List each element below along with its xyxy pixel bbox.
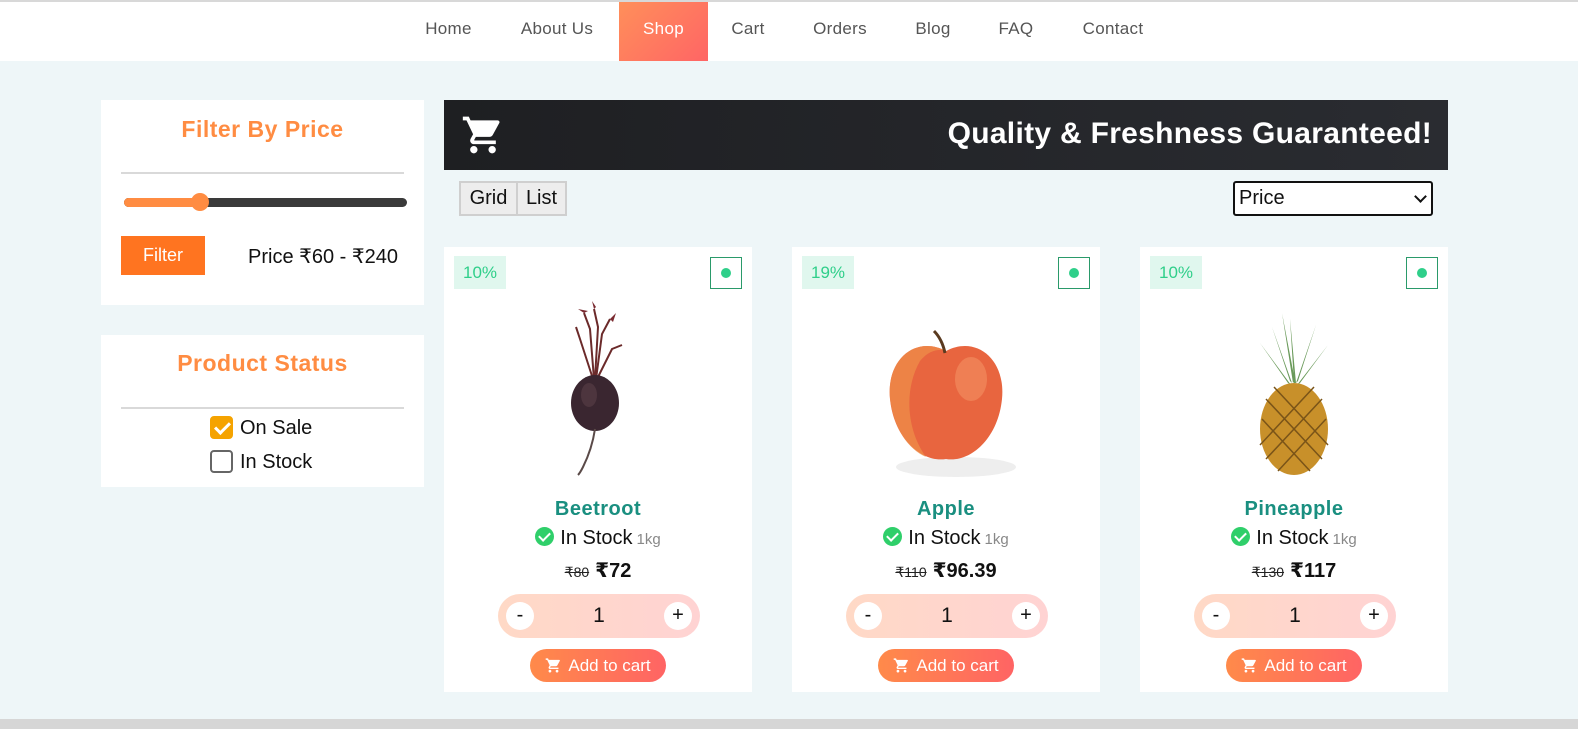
grid-view-button[interactable]: Grid [459,181,518,216]
unit-label: 1kg [1332,531,1357,548]
quantity-stepper: 1 - + [1194,594,1396,638]
price-filter-title: Filter By Price [181,116,344,142]
decrease-button[interactable]: - [506,602,534,630]
veg-mark-icon [710,257,742,289]
cart-icon [546,658,561,673]
price-range-text: Price ₹60 - ₹240 [248,246,398,268]
cart-icon [1242,658,1257,673]
pineapple-image [1259,313,1329,475]
product-card-pineapple: 10% Pineapple In Stock 1kg ₹130 ₹117 1 - +… [1140,247,1448,692]
stock-label: In Stock [1256,527,1329,549]
current-price: ₹117 [1290,560,1337,582]
increase-button[interactable]: + [664,602,692,630]
quantity-stepper: 1 - + [846,594,1048,638]
chevron-down-icon [1414,190,1427,203]
unit-label: 1kg [984,531,1009,548]
shop-banner: Quality & Freshness Guaranteed! [444,100,1448,170]
veg-mark-icon [1058,257,1090,289]
add-to-cart-button[interactable]: Add to cart [878,649,1014,682]
nav-blog[interactable]: Blog [900,2,966,61]
banner-title: Quality & Freshness Guaranteed! [947,117,1432,150]
old-price: ₹80 [564,564,590,580]
veg-mark-icon [1406,257,1438,289]
check-circle-icon [883,527,903,546]
decrease-button[interactable]: - [1202,602,1230,630]
stock-status: In Stock 1kg [792,527,1100,550]
stock-status: In Stock 1kg [1140,527,1448,550]
nav-shop[interactable]: Shop [619,2,708,61]
in-stock-label: In Stock [240,451,313,473]
list-view-button[interactable]: List [516,181,567,216]
quantity-stepper: 1 - + [498,594,700,638]
nav-cart[interactable]: Cart [716,2,780,61]
nav-about-us[interactable]: About Us [502,2,612,61]
apple-image [889,329,1016,477]
nav-orders[interactable]: Orders [796,2,884,61]
discount-badge: 10% [1150,256,1202,289]
nav-faq[interactable]: FAQ [984,2,1048,61]
product-card-beetroot: 10% Beetroot In Stock 1kg ₹80 ₹72 1 - + Ad… [444,247,752,692]
slider-fill [124,198,201,207]
filter-button[interactable]: Filter [121,236,205,275]
sort-selected-value: Price [1239,187,1285,209]
product-status-title: Product Status [177,350,348,376]
price-block: ₹80 ₹72 [444,558,752,583]
cart-icon [460,113,506,162]
check-circle-icon [1231,527,1251,546]
bottom-scroll-edge [0,719,1578,729]
check-circle-icon [535,527,555,546]
old-price: ₹110 [895,564,927,580]
cart-icon [894,658,909,673]
on-sale-checkbox[interactable] [210,416,233,439]
unit-label: 1kg [636,531,661,548]
product-name: Apple [916,498,976,520]
price-block: ₹130 ₹117 [1140,558,1448,583]
on-sale-label: On Sale [240,417,313,439]
add-to-cart-label: Add to cart [916,656,999,675]
increase-button[interactable]: + [1360,602,1388,630]
beetroot-image [571,301,623,476]
add-to-cart-label: Add to cart [568,656,651,675]
nav-home[interactable]: Home [406,2,491,61]
add-to-cart-button[interactable]: Add to cart [1226,649,1362,682]
in-stock-checkbox[interactable] [210,450,233,473]
nav-contact[interactable]: Contact [1066,2,1160,61]
add-to-cart-label: Add to cart [1264,656,1347,675]
old-price: ₹130 [1251,564,1285,580]
sort-select[interactable]: Price [1233,181,1433,216]
product-status-divider [121,407,404,409]
price-block: ₹110 ₹96.39 [792,558,1100,583]
price-range-slider[interactable] [124,193,407,211]
increase-button[interactable]: + [1012,602,1040,630]
discount-badge: 10% [454,256,506,289]
add-to-cart-button[interactable]: Add to cart [530,649,666,682]
discount-badge: 19% [802,256,854,289]
current-price: ₹96.39 [932,560,997,582]
current-price: ₹72 [595,560,632,582]
product-card-apple: 19% Apple In Stock 1kg ₹110 ₹96.39 1 - + A… [792,247,1100,692]
decrease-button[interactable]: - [854,602,882,630]
stock-label: In Stock [560,527,633,549]
product-name: Beetroot [554,498,642,520]
main-navbar: Home About Us Shop Cart Orders Blog FAQ … [0,2,1578,61]
product-name: Pineapple [1244,498,1344,520]
stock-status: In Stock 1kg [444,527,752,550]
price-filter-divider [121,172,404,174]
stock-label: In Stock [908,527,981,549]
